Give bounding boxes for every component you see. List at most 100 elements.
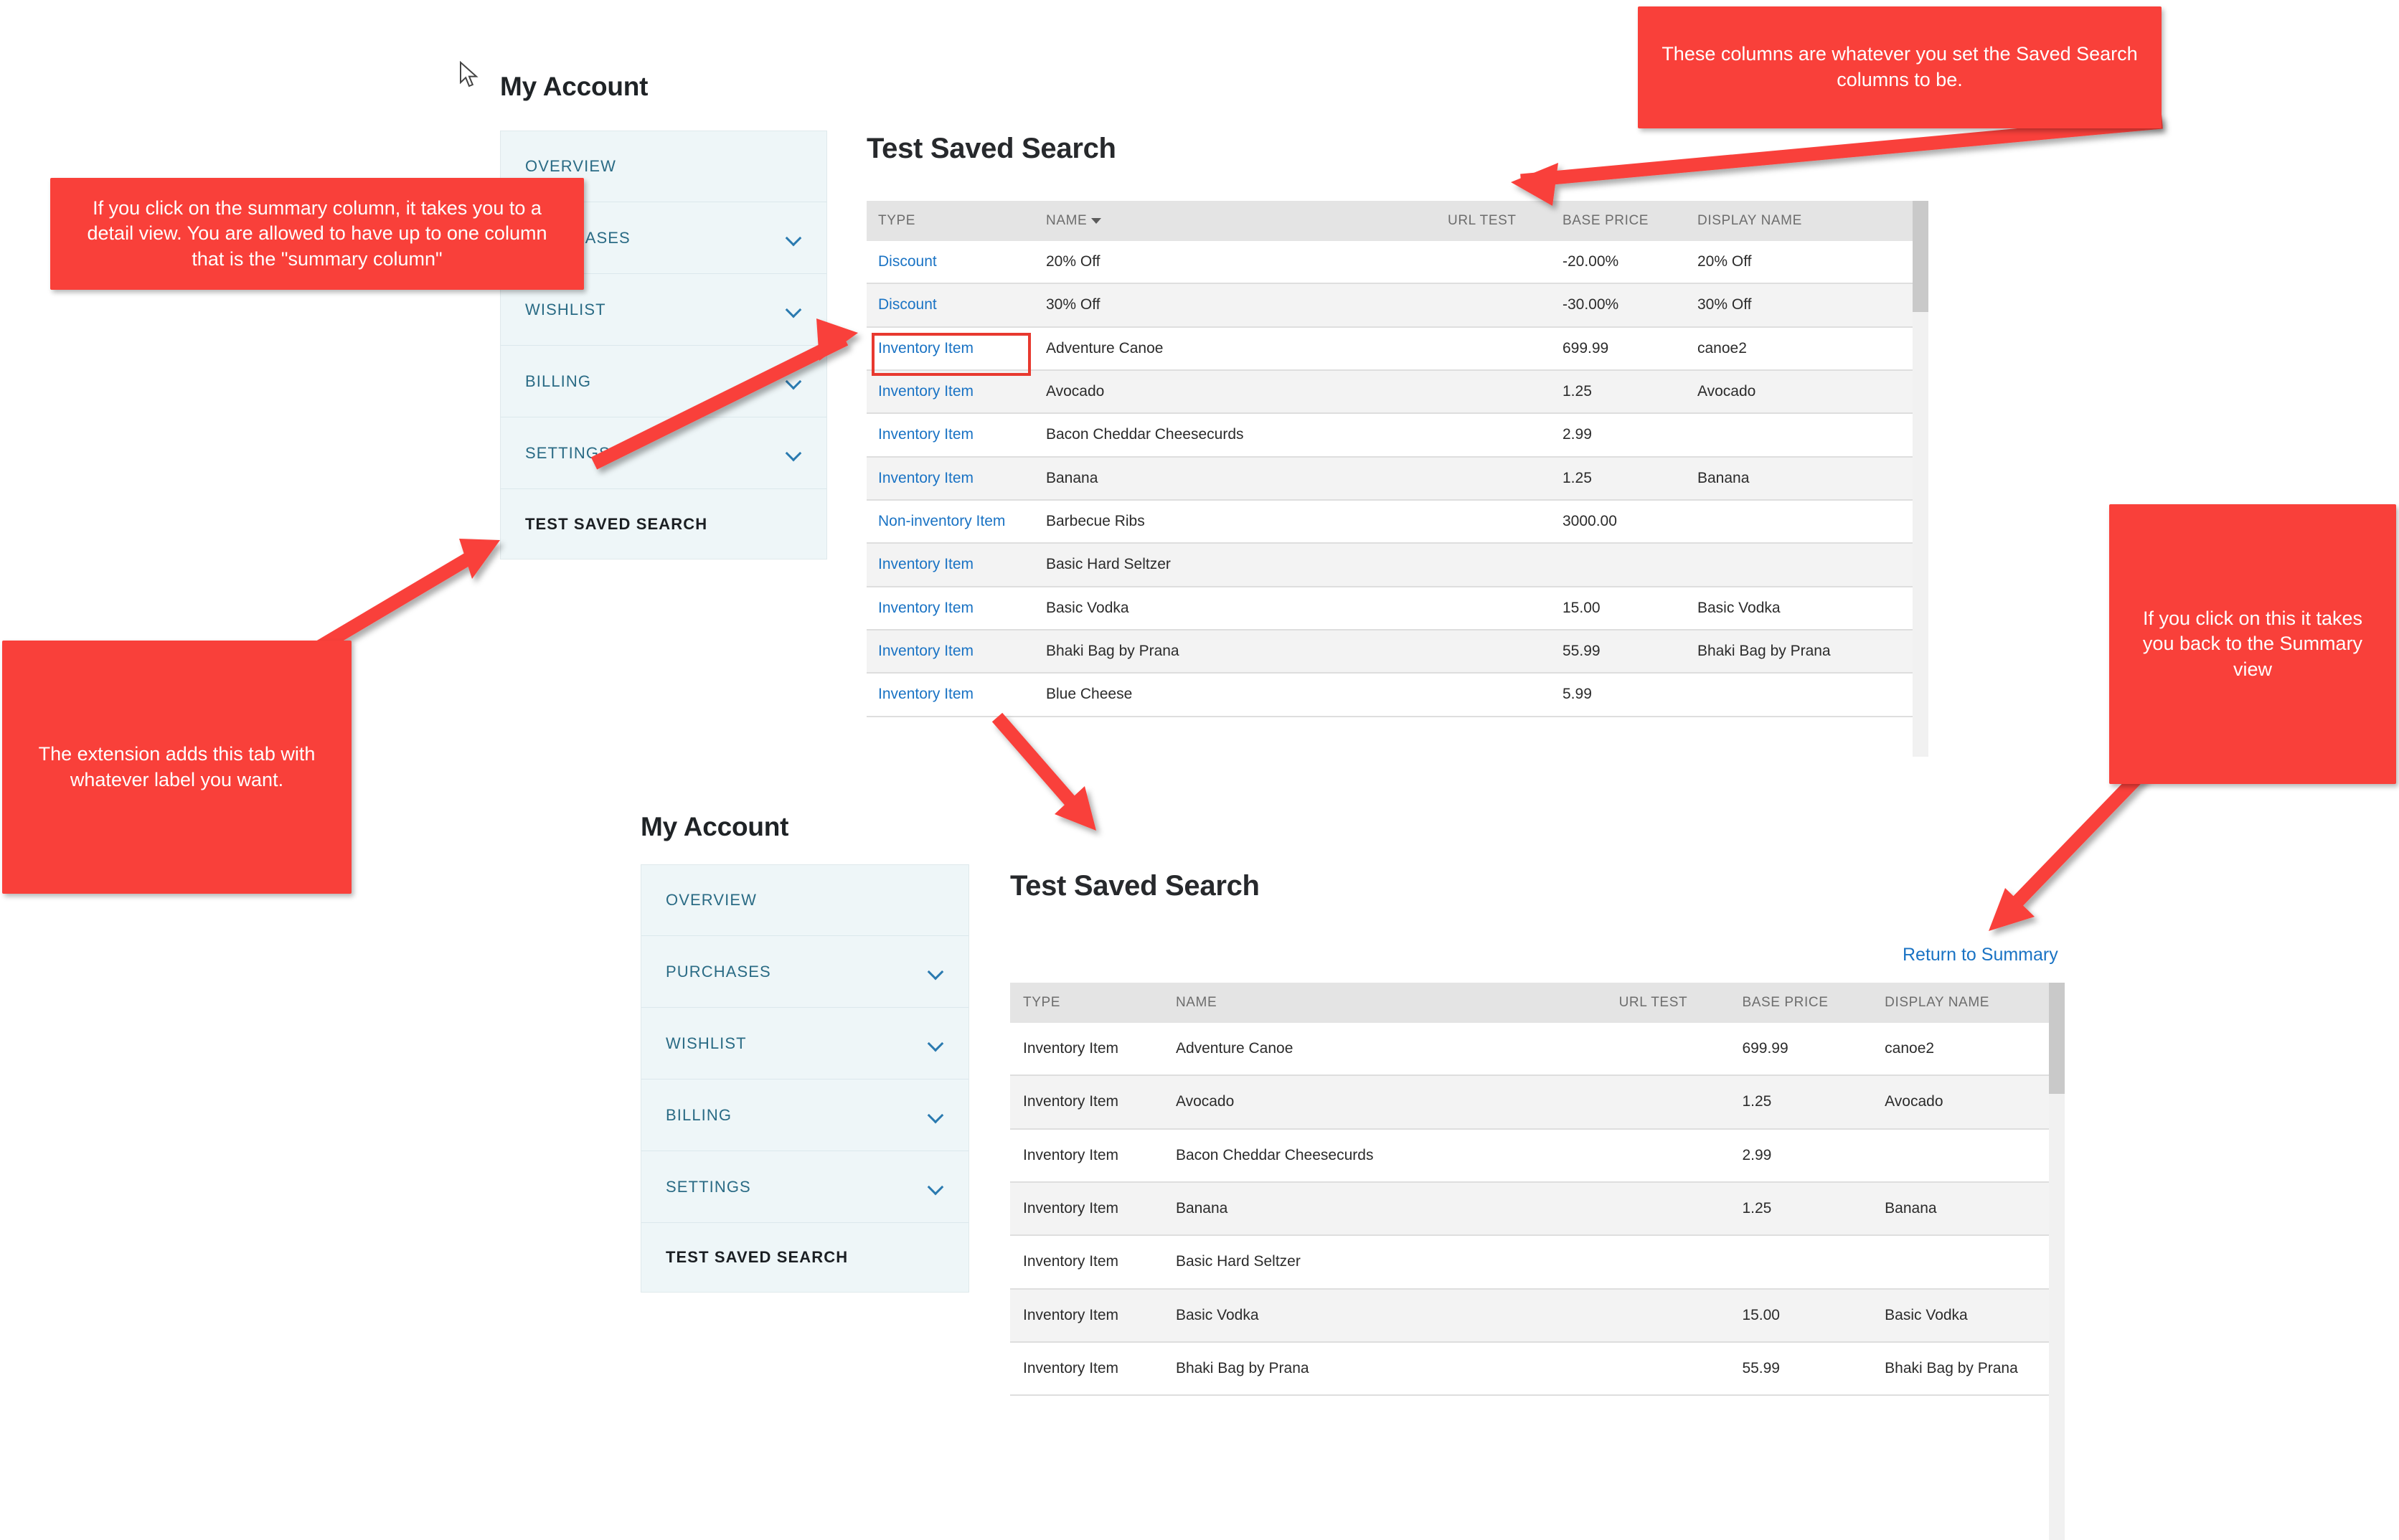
cell-type-link[interactable]: Inventory Item — [878, 470, 974, 486]
cell-base-price: 55.99 — [1563, 643, 1601, 660]
cell-type-link[interactable]: Discount — [878, 296, 937, 313]
cell-base-price: 1.25 — [1742, 1093, 1772, 1110]
cell-base-price: 2.99 — [1563, 426, 1592, 443]
chevron-down-icon — [928, 1179, 944, 1195]
col-header-type[interactable]: TYPE — [1010, 983, 1176, 1023]
table-row: Inventory Item Adventure Canoe 699.99 ca… — [867, 326, 1913, 372]
section-title-detail: Test Saved Search — [1010, 870, 1260, 902]
table-row: Inventory Item Avocado 1.25 Avocado — [1010, 1075, 2049, 1130]
chevron-down-icon — [786, 302, 802, 318]
table-body: Discount 20% Off -20.00% 20% Off Discoun… — [867, 241, 1913, 717]
sidebar-item-label: WISHLIST — [666, 1034, 747, 1052]
cell-type: Inventory Item — [1023, 1040, 1119, 1057]
table-row: Inventory Item Bhaki Bag by Prana 55.99 … — [867, 630, 1913, 674]
sidebar-item-settings[interactable]: SETTINGS — [501, 417, 826, 489]
sidebar-item-billing[interactable]: BILLING — [641, 1080, 968, 1151]
cell-type-link[interactable]: Inventory Item — [878, 383, 974, 400]
arrow-extension-tab — [312, 539, 500, 656]
cell-display-name: Avocado — [1885, 1093, 1943, 1110]
cell-base-price: -30.00% — [1563, 296, 1619, 313]
table-scrollbar-thumb[interactable] — [2049, 983, 2065, 1094]
sidebar-item-settings[interactable]: SETTINGS — [641, 1151, 968, 1223]
table-row: Inventory Item Bhaki Bag by Prana 55.99 … — [1010, 1342, 2049, 1397]
cell-type: Inventory Item — [1023, 1200, 1119, 1217]
arrow-return-summary — [1989, 765, 2150, 931]
table-row: Inventory Item Blue Cheese 5.99 — [867, 673, 1913, 717]
cell-type: Inventory Item — [1023, 1360, 1119, 1377]
table-row: Inventory Item Bacon Cheddar Cheesecurds… — [1010, 1128, 2049, 1184]
cell-type-link[interactable]: Inventory Item — [878, 686, 974, 702]
cell-type: Inventory Item — [1023, 1093, 1119, 1110]
chevron-down-icon — [928, 1036, 944, 1052]
col-header-display-name[interactable]: DISPLAY NAME — [1697, 201, 1913, 241]
cell-name: Basic Vodka — [1046, 599, 1129, 616]
callout-summary-column-note: If you click on the summary column, it t… — [50, 178, 584, 290]
sidebar-item-test-saved-search[interactable]: TEST SAVED SEARCH — [501, 489, 826, 559]
sidebar-item-purchases[interactable]: PURCHASES — [641, 936, 968, 1008]
cell-name: Adventure Canoe — [1175, 1040, 1293, 1057]
cell-name: Avocado — [1175, 1093, 1235, 1110]
cell-display-name: Bhaki Bag by Prana — [1885, 1360, 2018, 1377]
col-header-name[interactable]: NAME — [1046, 201, 1448, 241]
table-row: Inventory Item Basic Hard Seltzer — [1010, 1235, 2049, 1290]
cell-type-link[interactable]: Inventory Item — [878, 600, 974, 616]
cell-display-name: 20% Off — [1697, 253, 1752, 270]
chevron-down-icon — [928, 1107, 944, 1123]
cell-type-link[interactable]: Non-inventory Item — [878, 513, 1005, 529]
sidebar-item-wishlist[interactable]: WISHLIST — [641, 1008, 968, 1080]
col-header-base-price[interactable]: BASE PRICE — [1742, 983, 1885, 1023]
sort-desc-icon — [1091, 217, 1102, 224]
cell-base-price: 5.99 — [1563, 686, 1592, 703]
cell-type: Inventory Item — [1023, 1253, 1119, 1270]
sidebar-item-billing[interactable]: BILLING — [501, 346, 826, 417]
chevron-down-icon — [928, 964, 944, 980]
page-title-detail: My Account — [641, 812, 789, 841]
table-body: Inventory Item Adventure Canoe 699.99 ca… — [1010, 1023, 2049, 1397]
callout-return-summary-note: If you click on this it takes you back t… — [2109, 504, 2396, 784]
callout-columns-note: These columns are whatever you set the S… — [1638, 6, 2162, 128]
cell-display-name: canoe2 — [1697, 339, 1747, 356]
cell-base-price: 699.99 — [1742, 1040, 1788, 1057]
saved-search-detail-table: TYPE NAME URL TEST BASE PRICE DISPLAY NA… — [1010, 983, 2049, 1397]
cell-type-link[interactable]: Discount — [878, 253, 937, 270]
sidebar-item-overview[interactable]: OVERVIEW — [641, 865, 968, 936]
chevron-down-icon — [786, 445, 802, 461]
col-header-display-name[interactable]: DISPLAY NAME — [1885, 983, 2049, 1023]
cell-type-link[interactable]: Inventory Item — [878, 340, 974, 356]
saved-search-summary-table-container: TYPE NAME URL TEST BASE PRICE DISPLAY NA… — [867, 201, 1928, 757]
callout-extension-tab-note: The extension adds this tab with whateve… — [2, 641, 352, 894]
table-row: Inventory Item Basic Vodka 15.00 Basic V… — [867, 586, 1913, 631]
sidebar-item-label: OVERVIEW — [525, 157, 616, 175]
col-header-url-test[interactable]: URL TEST — [1618, 983, 1743, 1023]
sidebar-item-test-saved-search[interactable]: TEST SAVED SEARCH — [641, 1223, 968, 1292]
return-to-summary-link[interactable]: Return to Summary — [1903, 945, 2058, 965]
sidebar-item-label: TEST SAVED SEARCH — [666, 1248, 849, 1266]
sidebar-item-label: PURCHASES — [666, 962, 771, 981]
sidebar-item-label: OVERVIEW — [666, 891, 757, 909]
sidebar-item-label: BILLING — [666, 1105, 732, 1124]
cell-display-name: Banana — [1885, 1200, 1937, 1217]
table-row: Non-inventory Item Barbecue Ribs 3000.00 — [867, 500, 1913, 544]
cell-display-name: 30% Off — [1697, 296, 1752, 313]
col-header-base-price[interactable]: BASE PRICE — [1563, 201, 1697, 241]
cell-base-price: 699.99 — [1563, 339, 1609, 356]
cell-type-link[interactable]: Inventory Item — [878, 643, 974, 659]
cell-name: Bacon Cheddar Cheesecurds — [1046, 426, 1244, 443]
cell-name: Blue Cheese — [1046, 686, 1133, 703]
col-header-type[interactable]: TYPE — [867, 201, 1046, 241]
table-scrollbar-thumb[interactable] — [1913, 201, 1928, 312]
page-title-summary: My Account — [500, 72, 649, 101]
cell-type-link[interactable]: Inventory Item — [878, 556, 974, 572]
cell-display-name: canoe2 — [1885, 1040, 1935, 1057]
cell-type-link[interactable]: Inventory Item — [878, 426, 974, 443]
cell-name: 20% Off — [1046, 253, 1100, 270]
table-row: Discount 20% Off -20.00% 20% Off — [867, 241, 1913, 285]
cell-name: 30% Off — [1046, 296, 1100, 313]
col-header-url-test[interactable]: URL TEST — [1448, 201, 1563, 241]
cell-base-price: -20.00% — [1563, 253, 1619, 270]
col-header-name[interactable]: NAME — [1175, 983, 1619, 1023]
cell-name: Basic Hard Seltzer — [1175, 1253, 1301, 1270]
sidebar-item-label: SETTINGS — [666, 1177, 751, 1196]
table-row: Inventory Item Avocado 1.25 Avocado — [867, 370, 1913, 415]
cell-name: Banana — [1175, 1200, 1228, 1217]
